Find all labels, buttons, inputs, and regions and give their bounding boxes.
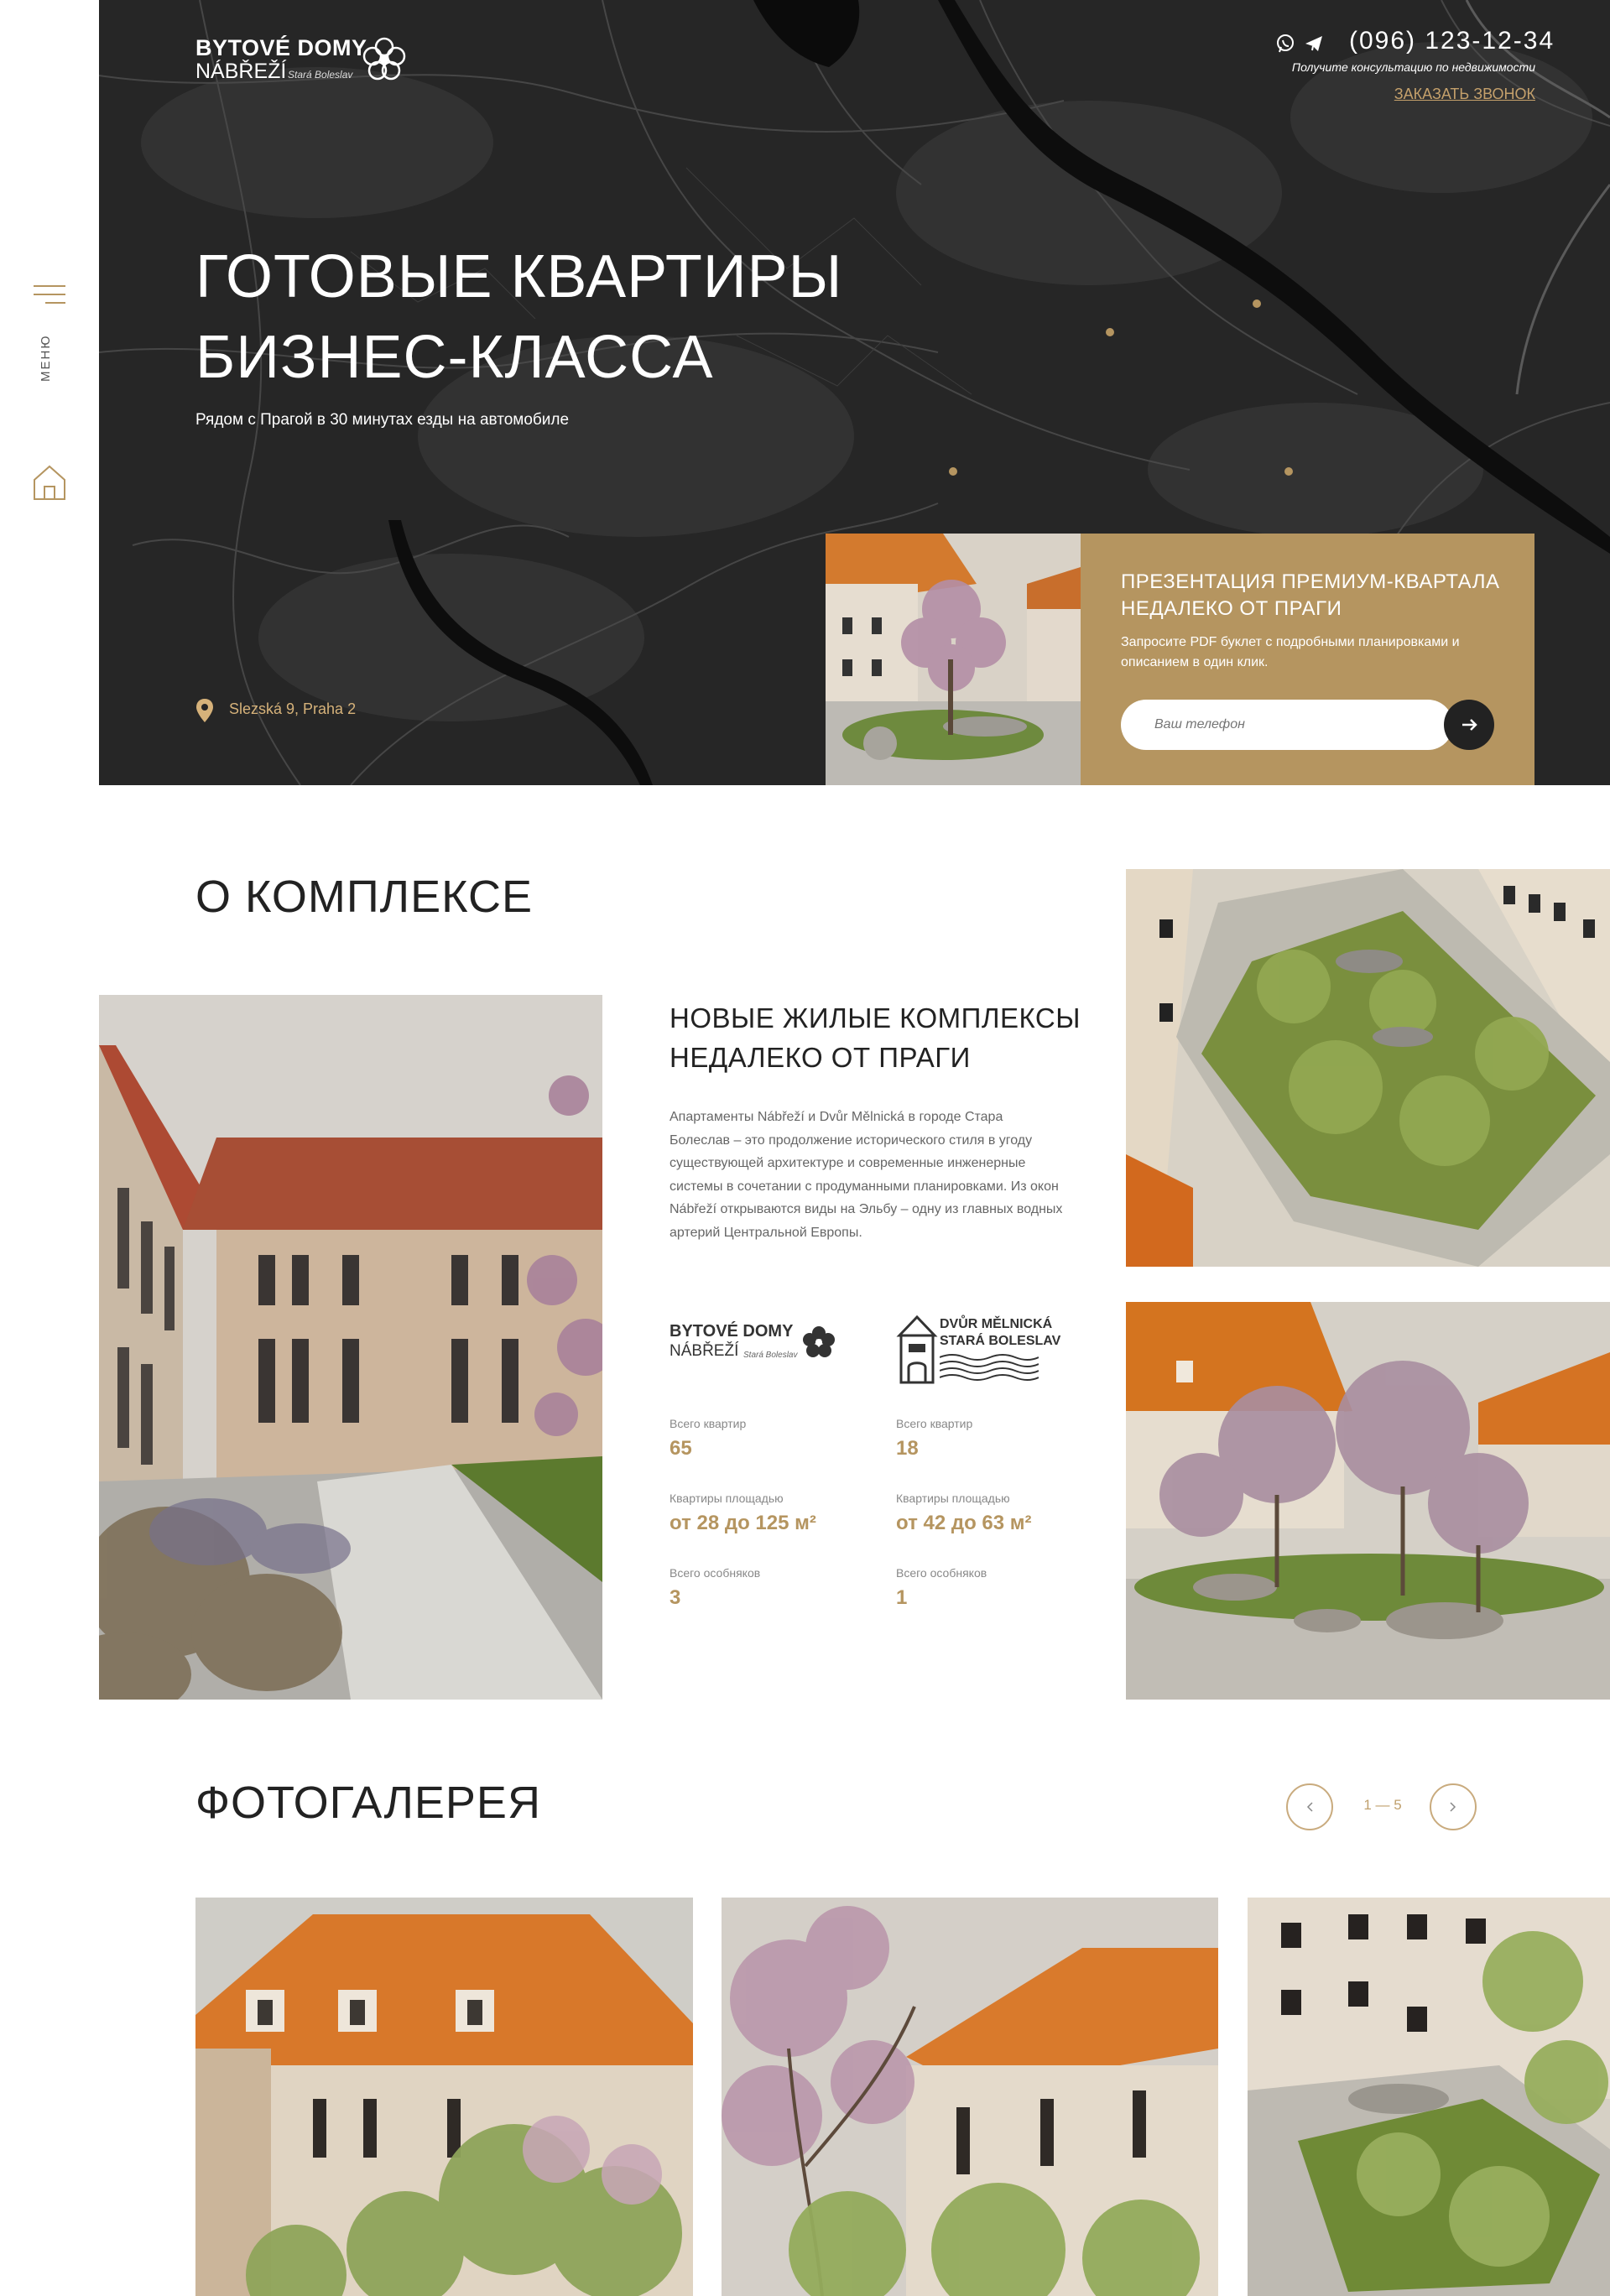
arrow-right-icon: [1462, 719, 1477, 731]
stat-value: 3: [670, 1586, 681, 1609]
side-nav: МЕНЮ: [0, 0, 99, 789]
submit-button[interactable]: [1444, 700, 1494, 750]
nabrezi-logo-line1: BYTOVÉ DOMY: [670, 1322, 794, 1341]
stat-value: 65: [670, 1437, 692, 1460]
gallery-next-button[interactable]: [1430, 1783, 1477, 1830]
chevron-right-icon: [1450, 1802, 1456, 1812]
phone-note: Получите консультацию по недвижимости: [1291, 60, 1535, 74]
dvur-logo-line1: DVŮR MĚLNICKÁ: [940, 1317, 1053, 1331]
gallery-counter: 1 — 5: [1363, 1797, 1402, 1813]
stat-label: Всего квартир: [896, 1417, 973, 1430]
about-subtitle: НОВЫЕ ЖИЛЫЕ КОМПЛЕКСЫ НЕДАЛЕКО ОТ ПРАГИ: [670, 998, 1089, 1077]
gallery-prev-button[interactable]: [1286, 1783, 1333, 1830]
stat-value: от 42 до 63 м²: [896, 1512, 1032, 1534]
whatsapp-icon: [1277, 34, 1294, 53]
menu-icon[interactable]: [34, 285, 65, 305]
promo-title: ПРЕЗЕНТАЦИЯ ПРЕМИУМ-КВАРТАЛА НЕДАЛЕКО ОТ…: [1121, 570, 1500, 620]
hero-title-line2: БИЗНЕС-КЛАССА: [195, 324, 714, 391]
building-courtyard-image: [99, 995, 602, 1700]
about-subtitle-line1: НОВЫЕ ЖИЛЫЕ КОМПЛЕКСЫ: [670, 1002, 1081, 1033]
promo-card: ПРЕЗЕНТАЦИЯ ПРЕМИУМ-КВАРТАЛА НЕДАЛЕКО ОТ…: [1081, 534, 1534, 785]
promo-image: [826, 534, 1081, 785]
tower-icon: [896, 1315, 938, 1384]
about-description: Апартаменты Nábřeží и Dvůr Mělnická в го…: [670, 1110, 1063, 1240]
phone-number[interactable]: (096) 123-12-34: [1349, 27, 1555, 55]
home-icon[interactable]: [32, 463, 67, 502]
messenger-icons: [1275, 32, 1326, 55]
hero-title-line1: ГОТОВЫЕ КВАРТИРЫ: [195, 243, 843, 310]
dvur-logo-line2: STARÁ BOLESLAV: [940, 1334, 1061, 1348]
location-pin-icon: [196, 699, 213, 722]
address-text: Slezská 9, Praha 2: [229, 700, 357, 717]
nabrezi-logo-line2: NÁBŘEŽÍ: [670, 1342, 739, 1360]
stat-label: Квартиры площадью: [896, 1492, 1010, 1505]
courtyard-trees-image: [1126, 1302, 1610, 1700]
gallery-title: ФОТОГАЛЕРЕЯ: [195, 1778, 541, 1828]
stat-label: Всего особняков: [896, 1566, 987, 1580]
address: Slezská 9, Praha 2: [195, 698, 356, 723]
stat-label: Всего квартир: [670, 1417, 747, 1430]
logo-subtext: Stará Boleslav: [288, 69, 353, 81]
nabrezi-logo-sub: Stará Boleslav: [743, 1351, 798, 1360]
waves-icon: [940, 1354, 1039, 1381]
flower-icon: [362, 37, 406, 81]
courtyard-aerial-image: [1126, 869, 1610, 1267]
hero-subtitle: Рядом с Прагой в 30 минутах езды на авто…: [195, 411, 570, 429]
about-title: О КОМПЛЕКСЕ: [195, 872, 533, 922]
phone-input[interactable]: [1121, 700, 1453, 750]
logo-text-line1: BYTOVÉ DOMY: [195, 35, 367, 60]
dvur-melnicka-logo: DVŮR MĚLNICKÁ STARÁ BOLESLAV: [896, 1315, 1060, 1386]
promo-text: Запросите PDF буклет с подробными планир…: [1121, 635, 1460, 669]
gallery-image[interactable]: [195, 1898, 693, 2296]
flower-icon: [803, 1326, 835, 1357]
stat-value: 18: [896, 1437, 919, 1460]
menu-label[interactable]: МЕНЮ: [39, 331, 55, 383]
chevron-left-icon: [1306, 1802, 1313, 1812]
about-subtitle-line2: НЕДАЛЕКО ОТ ПРАГИ: [670, 1042, 971, 1073]
gallery-image[interactable]: [722, 1898, 1218, 2296]
hero-title: ГОТОВЫЕ КВАРТИРЫ БИЗНЕС-КЛАССА: [195, 237, 951, 398]
stat-value: 1: [896, 1586, 908, 1609]
telegram-icon: [1305, 36, 1322, 51]
nabrezi-logo: BYTOVÉ DOMY NÁBŘEŽÍ Stará Boleslav: [670, 1320, 837, 1371]
callback-link[interactable]: ЗАКАЗАТЬ ЗВОНОК: [1359, 86, 1535, 103]
site-logo[interactable]: BYTOVÉ DOMY NÁBŘEŽÍ Stará Boleslav: [195, 32, 414, 91]
stat-label: Квартиры площадью: [670, 1492, 784, 1505]
stat-label: Всего особняков: [670, 1566, 761, 1580]
logo-text-line2: NÁBŘEŽÍ: [195, 60, 287, 83]
stat-value: от 28 до 125 м²: [670, 1512, 816, 1534]
gallery-image[interactable]: [1248, 1898, 1610, 2296]
